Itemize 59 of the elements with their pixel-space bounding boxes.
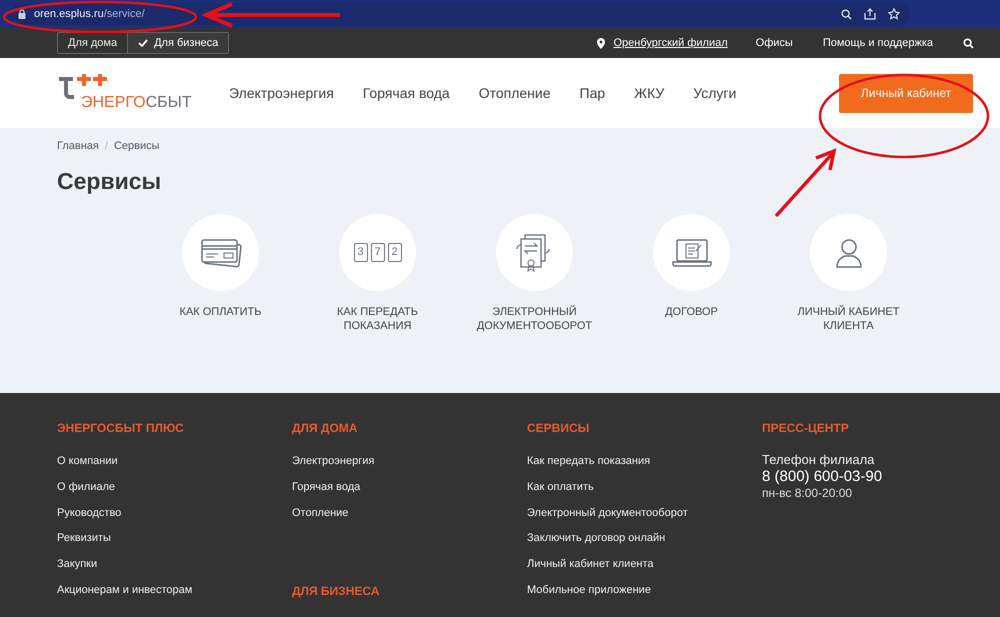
footer-link[interactable]: Реквизиты bbox=[57, 532, 292, 558]
logo-text: ЭНЕРГОСБЫТ bbox=[81, 94, 193, 112]
annotation-arrow bbox=[774, 148, 836, 218]
nav-link[interactable]: Электроэнергия bbox=[229, 85, 334, 101]
footer-link[interactable]: О компании bbox=[57, 455, 292, 481]
breadcrumb-link[interactable]: Главная bbox=[57, 140, 99, 152]
segment-tab[interactable]: Для дома bbox=[58, 33, 128, 53]
footer-heading[interactable]: ПРЕСС-ЦЕНТР bbox=[762, 421, 997, 435]
footer-link[interactable]: Горячая вода bbox=[292, 480, 527, 507]
footer-link[interactable]: Акционерам и инвесторам bbox=[57, 584, 292, 610]
footer-heading[interactable]: ЭНЕРГОСБЫТ ПЛЮС bbox=[57, 421, 292, 435]
service-icon-circle[interactable]: 3 7 2 bbox=[339, 214, 416, 291]
top-link[interactable]: Помощь и поддержка bbox=[822, 37, 933, 49]
nav-link[interactable]: Горячая вода bbox=[362, 85, 450, 101]
footer-link[interactable]: Мобильное приложение bbox=[527, 584, 762, 610]
footer-link[interactable]: О филиале bbox=[57, 480, 292, 507]
zoom-icon[interactable] bbox=[841, 8, 852, 20]
service-link[interactable]: КАК ПЕРЕДАТЬ ПОКАЗАНИЯ bbox=[318, 306, 438, 334]
nav-link[interactable]: Отопление bbox=[478, 85, 550, 101]
service-link[interactable]: ЭЛЕКТРОННЫЙ ДОКУМЕНТООБОРОТ bbox=[474, 306, 594, 334]
meter-digits-drawing: 3 7 2 bbox=[354, 243, 402, 262]
footer-heading[interactable]: СЕРВИСЫ bbox=[527, 421, 762, 435]
share-icon[interactable] bbox=[864, 8, 876, 20]
footer-heading[interactable]: ДЛЯ ДОМА bbox=[292, 421, 527, 435]
footer-link[interactable]: Личный кабинет клиента bbox=[527, 558, 762, 584]
footer-link[interactable]: Заключить договор онлайн bbox=[527, 532, 762, 558]
url-text[interactable]: oren.esplus.ru/service/ bbox=[34, 8, 145, 20]
footer-link[interactable]: Электронный документооборот bbox=[527, 506, 762, 532]
logo[interactable]: ЭНЕРГОСБЫТ bbox=[57, 74, 217, 112]
user-icon bbox=[834, 236, 862, 268]
search-icon[interactable] bbox=[963, 38, 974, 48]
footer-link[interactable]: Как оплатить bbox=[527, 480, 762, 507]
nav-link[interactable]: Пар bbox=[580, 85, 606, 101]
footer-link[interactable]: Электроэнергия bbox=[292, 455, 527, 481]
service-link[interactable]: ДОГОВОР bbox=[632, 306, 752, 320]
footer-link[interactable]: Закупки bbox=[57, 558, 292, 584]
location-pin-icon bbox=[597, 38, 606, 48]
nav-link[interactable]: Услуги bbox=[693, 85, 736, 101]
credit-card-icon bbox=[200, 236, 242, 268]
phone-number[interactable]: 8 (800) 600-03-90 bbox=[762, 468, 997, 485]
footer-heading[interactable]: ДЛЯ БИЗНЕСА bbox=[292, 584, 527, 598]
top-link[interactable]: Офисы bbox=[756, 37, 793, 49]
footer-link[interactable]: Как передать показания bbox=[527, 455, 762, 481]
segment-tab[interactable]: Для бизнеса bbox=[127, 33, 228, 53]
footer-link[interactable]: Руководство bbox=[57, 506, 292, 532]
working-hours: пн-вс 8:00-20:00 bbox=[762, 486, 854, 500]
service-link[interactable]: КАК ОПЛАТИТЬ bbox=[160, 306, 280, 320]
phone-label: Телефон филиала bbox=[762, 452, 876, 467]
service-link[interactable]: ЛИЧНЫЙ КАБИНЕТ КЛИЕНТА bbox=[788, 306, 908, 334]
page-title: Сервисы bbox=[57, 168, 162, 195]
breadcrumb-link[interactable]: Сервисы bbox=[114, 140, 160, 152]
check-icon bbox=[138, 39, 148, 47]
nav-link[interactable]: ЖКУ bbox=[634, 85, 664, 101]
breadcrumb-separator: / bbox=[104, 140, 108, 152]
star-icon[interactable] bbox=[888, 8, 900, 20]
footer-link[interactable]: Отопление bbox=[292, 506, 527, 532]
lock-icon bbox=[18, 9, 26, 19]
laptop-document-icon bbox=[670, 236, 712, 268]
branch-link[interactable]: Оренбургский филиал bbox=[613, 37, 728, 49]
